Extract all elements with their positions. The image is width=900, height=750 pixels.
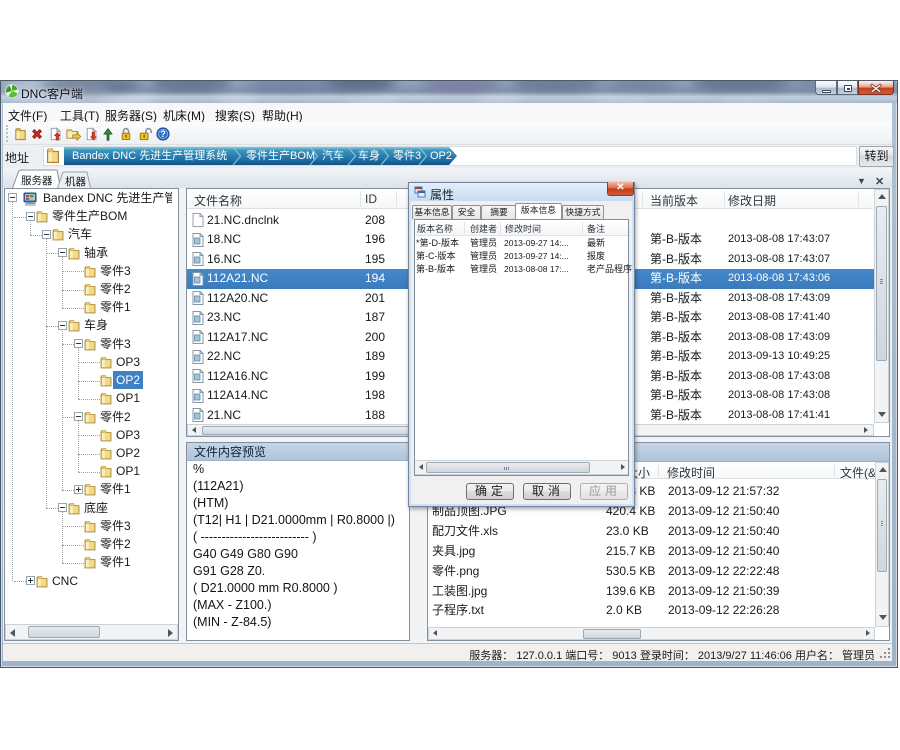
svg-text:?: ? — [160, 129, 165, 139]
